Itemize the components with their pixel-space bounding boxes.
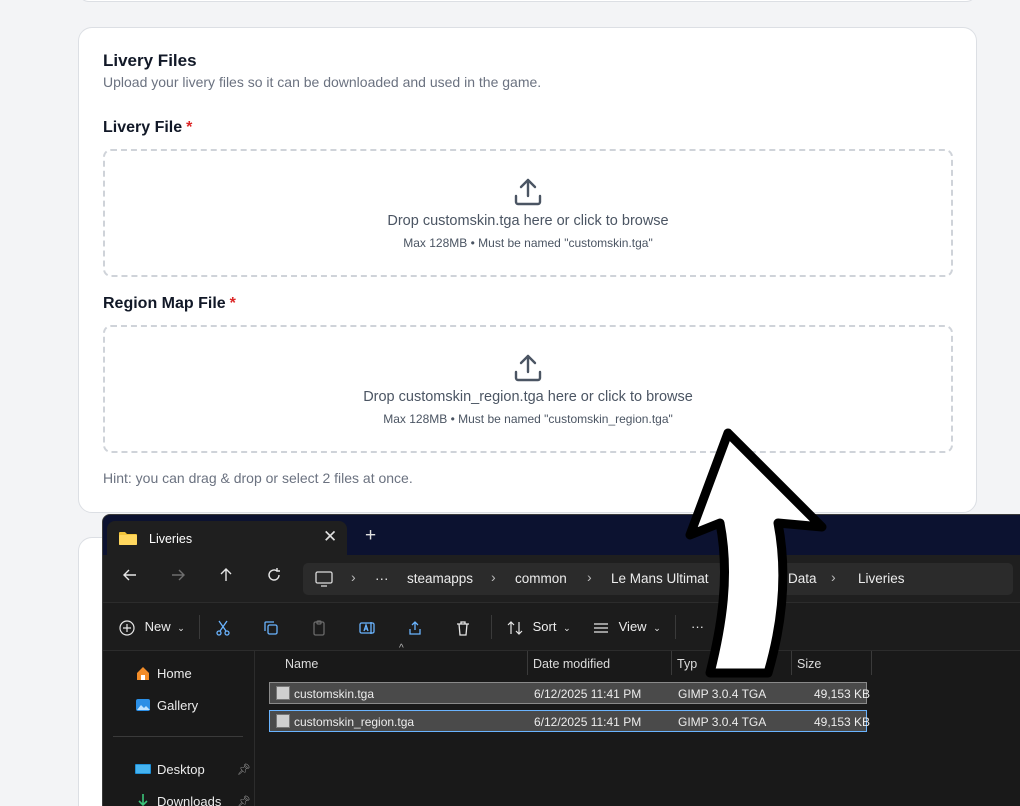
file-size: 49,153 KB xyxy=(814,715,871,729)
scissors-icon xyxy=(216,620,230,636)
livery-file-label-text: Livery File xyxy=(103,119,183,136)
rename-icon xyxy=(359,621,375,634)
explorer-sidebar: Home Gallery Desktop 📌︎ Downloads 📌︎ xyxy=(103,651,255,806)
breadcrumb-steamapps[interactable]: steamapps xyxy=(407,571,473,586)
breadcrumb-liveries[interactable]: Liveries xyxy=(858,571,905,586)
delete-button[interactable] xyxy=(455,615,471,639)
required-mark: * xyxy=(229,295,236,312)
paste-icon xyxy=(313,619,325,636)
file-list: ^ Name Date modified Typ Size customskin… xyxy=(255,643,1020,806)
hint-text: Hint: you can drag & drop or select 2 fi… xyxy=(103,470,413,486)
breadcrumb-more[interactable]: ··· xyxy=(375,571,389,586)
paste-button[interactable] xyxy=(311,615,327,639)
explorer-navbar: › ··· steamapps › common › Le Mans Ultim… xyxy=(103,555,1020,603)
tga-file-icon xyxy=(276,686,290,700)
livery-file-label: Livery File * xyxy=(103,119,192,137)
sidebar-item-downloads[interactable]: Downloads xyxy=(135,793,221,806)
cut-button[interactable] xyxy=(215,615,231,639)
forward-icon[interactable] xyxy=(167,567,189,589)
region-drop-text: Drop customskin_region.tga here or click… xyxy=(363,389,693,405)
view-label: View xyxy=(618,619,647,634)
plus-circle-icon xyxy=(119,619,135,636)
sidebar-label: Desktop xyxy=(157,762,205,777)
drag-arrow-annotation xyxy=(685,428,827,678)
chevron-down-icon: ⌄ xyxy=(177,623,185,633)
new-button[interactable]: New ⌄ xyxy=(119,615,185,639)
upload-icon xyxy=(514,354,542,382)
share-button[interactable] xyxy=(407,615,423,639)
region-map-label-text: Region Map File xyxy=(103,295,226,312)
copy-icon xyxy=(264,620,278,635)
home-icon xyxy=(137,667,149,680)
new-label: New xyxy=(144,619,171,634)
breadcrumb-common[interactable]: common xyxy=(515,571,567,586)
this-pc-icon xyxy=(315,571,333,587)
sidebar-item-gallery[interactable]: Gallery xyxy=(135,697,198,713)
tab-title: Liveries xyxy=(149,532,193,546)
file-date: 6/12/2025 11:41 PM xyxy=(534,687,642,701)
column-header-date-modified[interactable]: Date modified xyxy=(533,651,610,677)
pin-icon[interactable]: 📌︎ xyxy=(237,763,251,776)
folder-icon xyxy=(119,532,137,545)
column-header-name[interactable]: Name xyxy=(285,651,318,677)
pin-icon[interactable]: 📌︎ xyxy=(237,795,251,806)
sidebar-label: Home xyxy=(157,666,192,681)
card-title: Livery Files xyxy=(103,51,197,70)
sort-label: Sort xyxy=(532,619,557,634)
up-icon[interactable] xyxy=(215,567,237,589)
explorer-toolbar: New ⌄ Sort ⌄ View ⌄ ··· xyxy=(103,603,1020,651)
downloads-icon xyxy=(138,794,148,806)
tga-file-icon xyxy=(276,714,290,728)
sort-button[interactable]: Sort ⌄ xyxy=(507,615,571,639)
file-explorer-window: Liveries ✕ + › ··· steamapps › common › … xyxy=(102,514,1020,806)
sidebar-label: Downloads xyxy=(157,794,222,806)
required-mark: * xyxy=(186,119,193,136)
sort-ascending-icon: ^ xyxy=(399,643,404,654)
desktop-icon xyxy=(135,764,151,774)
sidebar-item-home[interactable]: Home xyxy=(135,665,192,681)
file-row[interactable]: customskin_region.tga 6/12/2025 11:41 PM… xyxy=(269,710,871,732)
file-name: customskin.tga xyxy=(294,687,375,701)
file-date: 6/12/2025 11:41 PM xyxy=(534,715,642,729)
region-constraint-text: Max 128MB • Must be named "customskin_re… xyxy=(383,412,673,426)
previous-card xyxy=(78,0,977,2)
close-tab-icon[interactable]: ✕ xyxy=(323,527,337,547)
region-map-file-label: Region Map File * xyxy=(103,295,236,313)
explorer-tab[interactable]: Liveries ✕ xyxy=(107,521,347,555)
back-icon[interactable] xyxy=(119,567,141,589)
view-icon xyxy=(594,622,608,633)
trash-icon xyxy=(457,620,469,636)
chevron-down-icon: ⌄ xyxy=(563,623,571,633)
rename-button[interactable] xyxy=(359,615,375,639)
sidebar-label: Gallery xyxy=(157,698,199,713)
livery-drop-text: Drop customskin.tga here or click to bro… xyxy=(387,213,669,229)
refresh-icon[interactable] xyxy=(263,567,285,589)
sort-icon xyxy=(507,620,523,635)
share-icon xyxy=(409,620,421,635)
upload-icon xyxy=(514,178,542,206)
livery-constraint-text: Max 128MB • Must be named "customskin.tg… xyxy=(403,236,653,250)
explorer-titlebar: Liveries ✕ + xyxy=(103,515,1020,555)
gallery-icon xyxy=(136,699,150,711)
card-subtitle: Upload your livery files so it can be do… xyxy=(103,74,542,90)
copy-button[interactable] xyxy=(263,615,279,639)
livery-file-dropzone[interactable]: Drop customskin.tga here or click to bro… xyxy=(103,149,953,277)
file-type: GIMP 3.0.4 TGA xyxy=(678,715,767,729)
new-tab-icon[interactable]: + xyxy=(365,525,376,547)
file-name: customskin_region.tga xyxy=(294,715,415,729)
sidebar-item-desktop[interactable]: Desktop xyxy=(135,761,205,777)
